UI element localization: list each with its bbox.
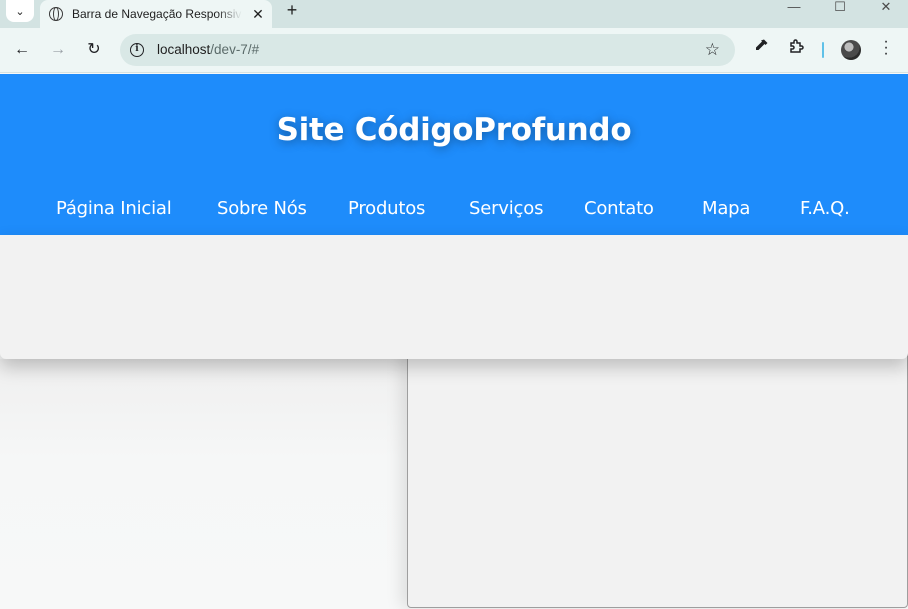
info-icon[interactable]: i [130, 43, 144, 57]
url-host: localhost [157, 42, 211, 57]
nav-link-servicos[interactable]: Serviços [469, 198, 543, 219]
main-nav: Página Inicial Sobre Nós Produtos Serviç… [0, 198, 908, 222]
minimize-button[interactable]: — [784, 0, 804, 16]
profile-avatar[interactable] [841, 40, 861, 60]
url-text: localhost/dev-7/# [157, 42, 259, 57]
nav-link-sobre-nos[interactable]: Sobre Nós [217, 198, 307, 219]
reload-icon[interactable]: ↻ [82, 39, 106, 61]
nav-link-produtos[interactable]: Produtos [348, 198, 425, 219]
nav-link-faq[interactable]: F.A.Q. [800, 198, 850, 219]
maximize-button[interactable]: ☐ [830, 0, 850, 16]
tab-close-icon[interactable]: ✕ [250, 6, 266, 23]
nav-link-contato[interactable]: Contato [584, 198, 654, 219]
site-title: Site CódigoProfundo [276, 112, 632, 148]
menu-icon[interactable]: · · · [880, 34, 892, 62]
lower-left-area [0, 359, 408, 609]
star-icon[interactable]: ☆ [705, 40, 720, 60]
close-window-button[interactable]: ✕ [876, 0, 896, 16]
lower-content-box [407, 340, 908, 608]
nav-link-pagina-inicial[interactable]: Página Inicial [56, 198, 172, 219]
forward-icon[interactable]: → [46, 39, 70, 61]
globe-icon [49, 7, 63, 21]
browser-toolbar: ← → ↻ i localhost/dev-7/# ☆ · · · [0, 28, 908, 73]
chevron-down-icon: ⌄ [15, 5, 25, 18]
new-tab-button[interactable]: + [282, 1, 302, 21]
toolbar-divider [822, 42, 824, 58]
url-path: /dev-7/# [210, 42, 260, 57]
address-bar[interactable]: i localhost/dev-7/# ☆ [120, 34, 735, 66]
browser-tab[interactable]: Barra de Navegação Responsiva ✕ [40, 0, 272, 28]
content-panel [0, 235, 908, 359]
tab-strip: ⌄ Barra de Navegação Responsiva ✕ + — ☐ … [0, 0, 908, 28]
eyedropper-icon[interactable] [750, 38, 772, 60]
tab-title: Barra de Navegação Responsiva [72, 7, 242, 21]
extensions-icon[interactable] [786, 38, 808, 60]
nav-link-mapa[interactable]: Mapa [702, 198, 750, 219]
back-icon[interactable]: ← [10, 39, 34, 61]
site-header: Site CódigoProfundo Página Inicial Sobre… [0, 74, 908, 235]
tab-search-button[interactable]: ⌄ [6, 0, 34, 22]
